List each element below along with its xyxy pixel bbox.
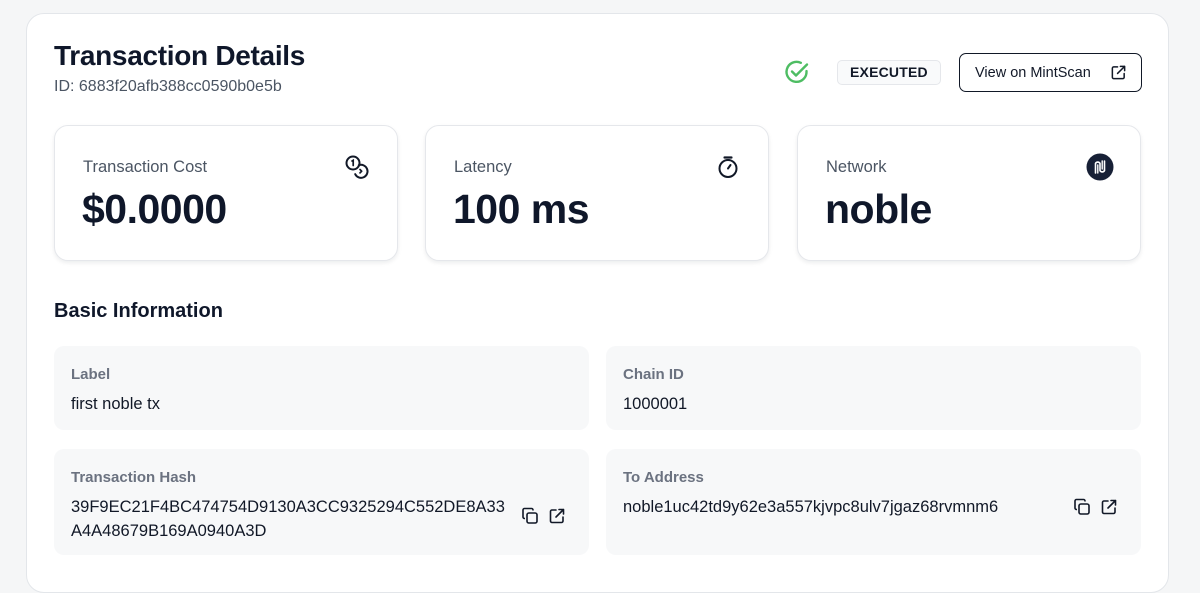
stat-label: Latency: [454, 158, 512, 176]
transaction-hash-field: Transaction Hash 39F9EC21F4BC474754D9130…: [54, 449, 589, 555]
status-badge: EXECUTED: [837, 60, 941, 85]
stat-value: $0.0000: [82, 186, 227, 232]
check-circle-icon: [785, 60, 809, 84]
basic-information-title: Basic Information: [54, 300, 223, 322]
stat-card-latency: Latency 100 ms: [425, 125, 769, 261]
copy-icon[interactable]: [1073, 498, 1091, 516]
field-value: 39F9EC21F4BC474754D9130A3CC9325294C552DE…: [71, 498, 505, 540]
label-field: Label first noble tx: [54, 346, 589, 430]
view-on-mintscan-button[interactable]: View on MintScan: [959, 53, 1142, 92]
field-label: Label: [71, 366, 111, 383]
field-value: first noble tx: [71, 395, 160, 413]
field-label: Transaction Hash: [71, 469, 197, 486]
field-label: Chain ID: [623, 366, 684, 383]
page-title: Transaction Details: [54, 40, 306, 71]
external-link-icon[interactable]: [548, 507, 566, 525]
field-label: To Address: [623, 469, 704, 486]
external-link-icon[interactable]: [1100, 498, 1118, 516]
stat-value: 100 ms: [453, 186, 590, 232]
view-on-mintscan-label: View on MintScan: [975, 64, 1091, 81]
coins-icon: [345, 155, 369, 179]
stat-card-transaction-cost: Transaction Cost $0.0000: [54, 125, 398, 261]
stat-card-network: Network noble: [797, 125, 1141, 261]
stat-label: Network: [826, 158, 887, 176]
stat-label: Transaction Cost: [83, 158, 208, 176]
field-value: noble1uc42td9y62e3a557kjvpc8ulv7jgaz68rv…: [623, 498, 999, 516]
copy-icon[interactable]: [521, 507, 539, 525]
chain-id-field: Chain ID 1000001: [606, 346, 1141, 430]
external-link-icon: [1111, 65, 1126, 80]
transaction-id: ID: 6883f20afb388cc0590b0e5b: [54, 78, 282, 95]
stat-value: noble: [825, 186, 932, 232]
stopwatch-icon: [718, 156, 738, 178]
to-address-field: To Address noble1uc42td9y62e3a557kjvpc8u…: [606, 449, 1141, 555]
noble-logo-icon: [1086, 153, 1114, 181]
field-value: 1000001: [623, 395, 688, 413]
